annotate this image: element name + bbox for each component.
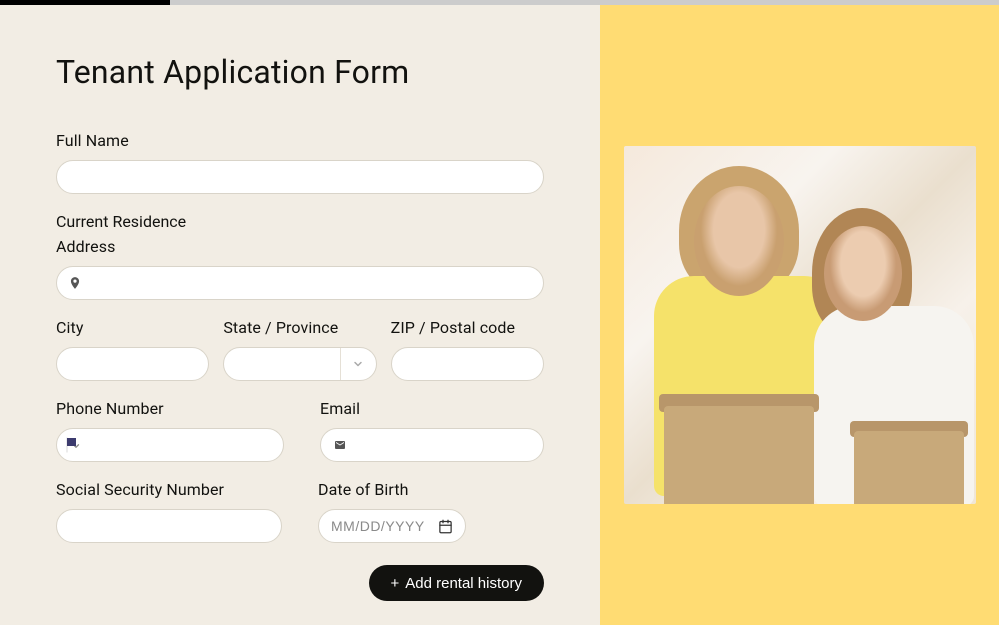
form-panel: Tenant Application Form Full Name Curren… [0, 5, 600, 625]
hero-photo [624, 146, 976, 504]
full-name-input[interactable] [56, 160, 544, 194]
zip-group: ZIP / Postal code [391, 318, 544, 381]
zip-input[interactable] [391, 347, 544, 381]
ssn-label: Social Security Number [56, 480, 282, 499]
plus-icon: + [391, 575, 400, 592]
phone-email-row: Phone Number Email [56, 399, 544, 462]
state-select-value [224, 348, 339, 380]
city-state-zip-row: City State / Province ZIP / Postal code [56, 318, 544, 381]
address-group [56, 266, 544, 300]
phone-group: Phone Number [56, 399, 284, 462]
zip-label: ZIP / Postal code [391, 318, 544, 337]
email-input[interactable] [320, 428, 544, 462]
state-group: State / Province [223, 318, 376, 381]
full-name-label: Full Name [56, 131, 544, 150]
email-input-wrap [320, 428, 544, 462]
photo-panel [600, 5, 999, 625]
city-group: City [56, 318, 209, 381]
page-title: Tenant Application Form [56, 53, 544, 91]
envelope-icon [332, 439, 348, 451]
full-name-group: Full Name [56, 131, 544, 194]
location-pin-icon [68, 274, 82, 292]
city-input[interactable] [56, 347, 209, 381]
phone-label: Phone Number [56, 399, 284, 418]
address-label: Address [56, 237, 544, 256]
current-residence-heading: Current Residence [56, 212, 544, 231]
dob-label: Date of Birth [318, 480, 544, 499]
ssn-dob-row: Social Security Number Date of Birth [56, 480, 544, 543]
state-label: State / Province [223, 318, 376, 337]
calendar-icon[interactable] [438, 519, 453, 534]
city-label: City [56, 318, 209, 337]
add-rental-history-label: Add rental history [405, 575, 522, 592]
ssn-input[interactable] [56, 509, 282, 543]
email-label: Email [320, 399, 544, 418]
address-input-wrap [56, 266, 544, 300]
ssn-group: Social Security Number [56, 480, 282, 543]
phone-input-wrap[interactable] [56, 428, 284, 462]
state-select[interactable] [223, 347, 376, 381]
address-input[interactable] [56, 266, 544, 300]
dob-input-wrap[interactable] [318, 509, 466, 543]
phone-input[interactable] [89, 437, 270, 453]
email-group: Email [320, 399, 544, 462]
page-container: Tenant Application Form Full Name Curren… [0, 5, 999, 625]
dob-input[interactable] [331, 518, 432, 534]
chevron-down-icon [340, 348, 376, 380]
add-rental-history-button[interactable]: + Add rental history [369, 565, 545, 601]
dob-group: Date of Birth [318, 480, 544, 543]
